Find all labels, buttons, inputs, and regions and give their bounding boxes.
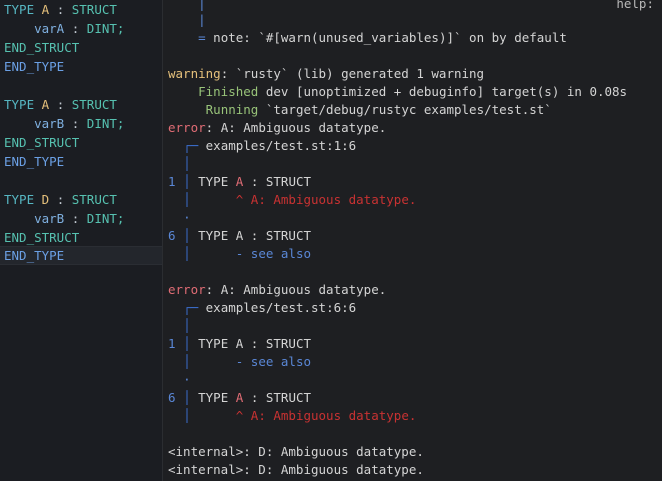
see-also-marker: │ - see also (183, 354, 312, 369)
error-location: ┌─ examples/test.st:6:6 (183, 300, 357, 315)
end-type: END_TYPE (4, 154, 65, 169)
keyword: TYPE (4, 192, 35, 207)
internal-error-line: <internal>: D: Ambiguous datatype. (168, 462, 424, 477)
end-struct: END_STRUCT (4, 40, 80, 55)
struct-keyword: STRUCT (71, 2, 117, 17)
error-line: error: A: Ambiguous datatype. (168, 282, 387, 297)
error-location: ┌─ examples/test.st:1:6 (183, 138, 357, 153)
gutter-line: │ (183, 156, 191, 171)
keyword: TYPE (4, 2, 35, 17)
pipe-line: | (198, 12, 206, 27)
end-struct: END_STRUCT (4, 230, 80, 245)
colon: : (49, 97, 72, 112)
terminal-output[interactable]: help: | | = note: `#[warn(unused_variabl… (163, 0, 662, 481)
note-line: = note: `#[warn(unused_variables)]` on b… (198, 30, 567, 45)
error-line: error: A: Ambiguous datatype. (168, 120, 387, 135)
variable-name: varB (34, 211, 65, 226)
variable-name: varA (34, 21, 65, 36)
gutter-line: │ (183, 318, 191, 333)
finished-line: Finished dev [unoptimized + debuginfo] t… (198, 84, 628, 99)
variable-name: varB (34, 116, 65, 131)
code-line[interactable]: varB : DINT; (0, 114, 162, 133)
code-line-current[interactable]: END_TYPE (0, 246, 162, 265)
code-snippet: 1 │ TYPE A : STRUCT (168, 174, 312, 189)
variable-type: DINT; (86, 211, 125, 226)
struct-keyword: STRUCT (71, 97, 117, 112)
code-snippet: 6 │ TYPE A : STRUCT (168, 228, 312, 243)
error-marker: │ ^ A: Ambiguous datatype. (183, 192, 417, 207)
end-type: END_TYPE (4, 59, 65, 74)
keyword: TYPE (4, 97, 35, 112)
code-line[interactable]: TYPE A : STRUCT (0, 95, 162, 114)
code-line[interactable]: TYPE D : STRUCT (0, 190, 162, 209)
see-also-marker: │ - see also (183, 246, 312, 261)
variable-type: DINT; (86, 116, 125, 131)
error-marker: │ ^ A: Ambiguous datatype. (183, 408, 417, 423)
struct-keyword: STRUCT (71, 192, 117, 207)
gutter-dot: · (183, 372, 191, 387)
code-line[interactable]: END_STRUCT (0, 133, 162, 152)
colon: : (49, 192, 72, 207)
running-line: Running `target/debug/rustyc examples/te… (205, 102, 552, 117)
colon: : (49, 2, 72, 17)
end-type: END_TYPE (4, 248, 65, 263)
code-line[interactable]: END_TYPE (0, 152, 162, 171)
end-struct: END_STRUCT (4, 135, 80, 150)
variable-type: DINT; (86, 21, 125, 36)
code-line[interactable]: END_TYPE (0, 57, 162, 76)
internal-error-line: <internal>: D: Ambiguous datatype. (168, 444, 424, 459)
code-line[interactable]: varA : DINT; (0, 19, 162, 38)
code-editor-pane[interactable]: TYPE A : STRUCT varA : DINT; END_STRUCT … (0, 0, 163, 481)
code-snippet: 6 │ TYPE A : STRUCT (168, 390, 312, 405)
code-line[interactable]: TYPE A : STRUCT (0, 0, 162, 19)
code-line[interactable]: END_STRUCT (0, 228, 162, 247)
code-line[interactable]: varB : DINT; (0, 209, 162, 228)
code-snippet: 1 │ TYPE A : STRUCT (168, 336, 312, 351)
warning-line: warning: `rusty` (lib) generated 1 warni… (168, 66, 485, 81)
code-line[interactable]: END_STRUCT (0, 38, 162, 57)
gutter-dot: · (183, 210, 191, 225)
